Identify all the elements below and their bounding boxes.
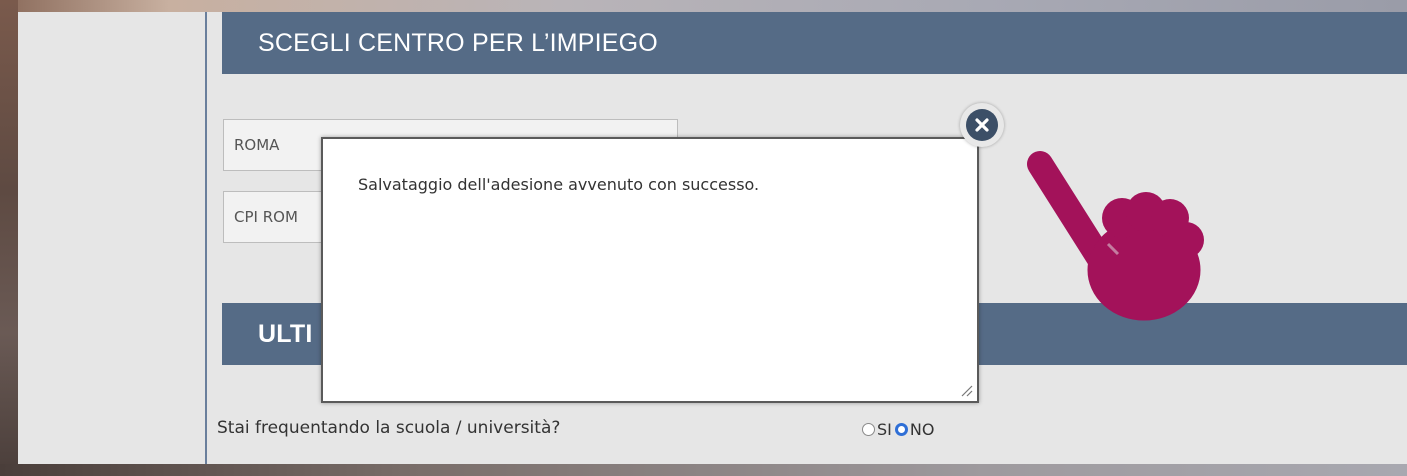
success-message: Salvataggio dell'adesione avvenuto con s… bbox=[358, 175, 760, 194]
content-left-border bbox=[205, 12, 207, 464]
school-question-radio-group: SI NO bbox=[862, 420, 937, 439]
background-photo-left bbox=[0, 0, 18, 476]
background-photo-top bbox=[0, 0, 1407, 12]
hand-pointer-icon bbox=[1027, 151, 1204, 321]
radio-si-label: SI bbox=[877, 420, 892, 439]
radio-no-label: NO bbox=[909, 420, 935, 439]
resize-grip-icon[interactable] bbox=[959, 383, 973, 397]
success-dialog: Salvataggio dell'adesione avvenuto con s… bbox=[321, 137, 979, 403]
section-header-choose-center: SCEGLI CENTRO PER L’IMPIEGO bbox=[222, 12, 1407, 74]
region-select-value: ROMA bbox=[234, 136, 280, 154]
dialog-close-button[interactable] bbox=[960, 103, 1004, 147]
background-photo-bottom bbox=[0, 464, 1407, 476]
radio-no[interactable] bbox=[894, 423, 908, 436]
school-question-label: Stai frequentando la scuola / università… bbox=[217, 418, 561, 438]
radio-si[interactable] bbox=[862, 423, 875, 436]
close-icon bbox=[966, 109, 998, 141]
center-select-value: CPI ROM bbox=[234, 208, 298, 226]
